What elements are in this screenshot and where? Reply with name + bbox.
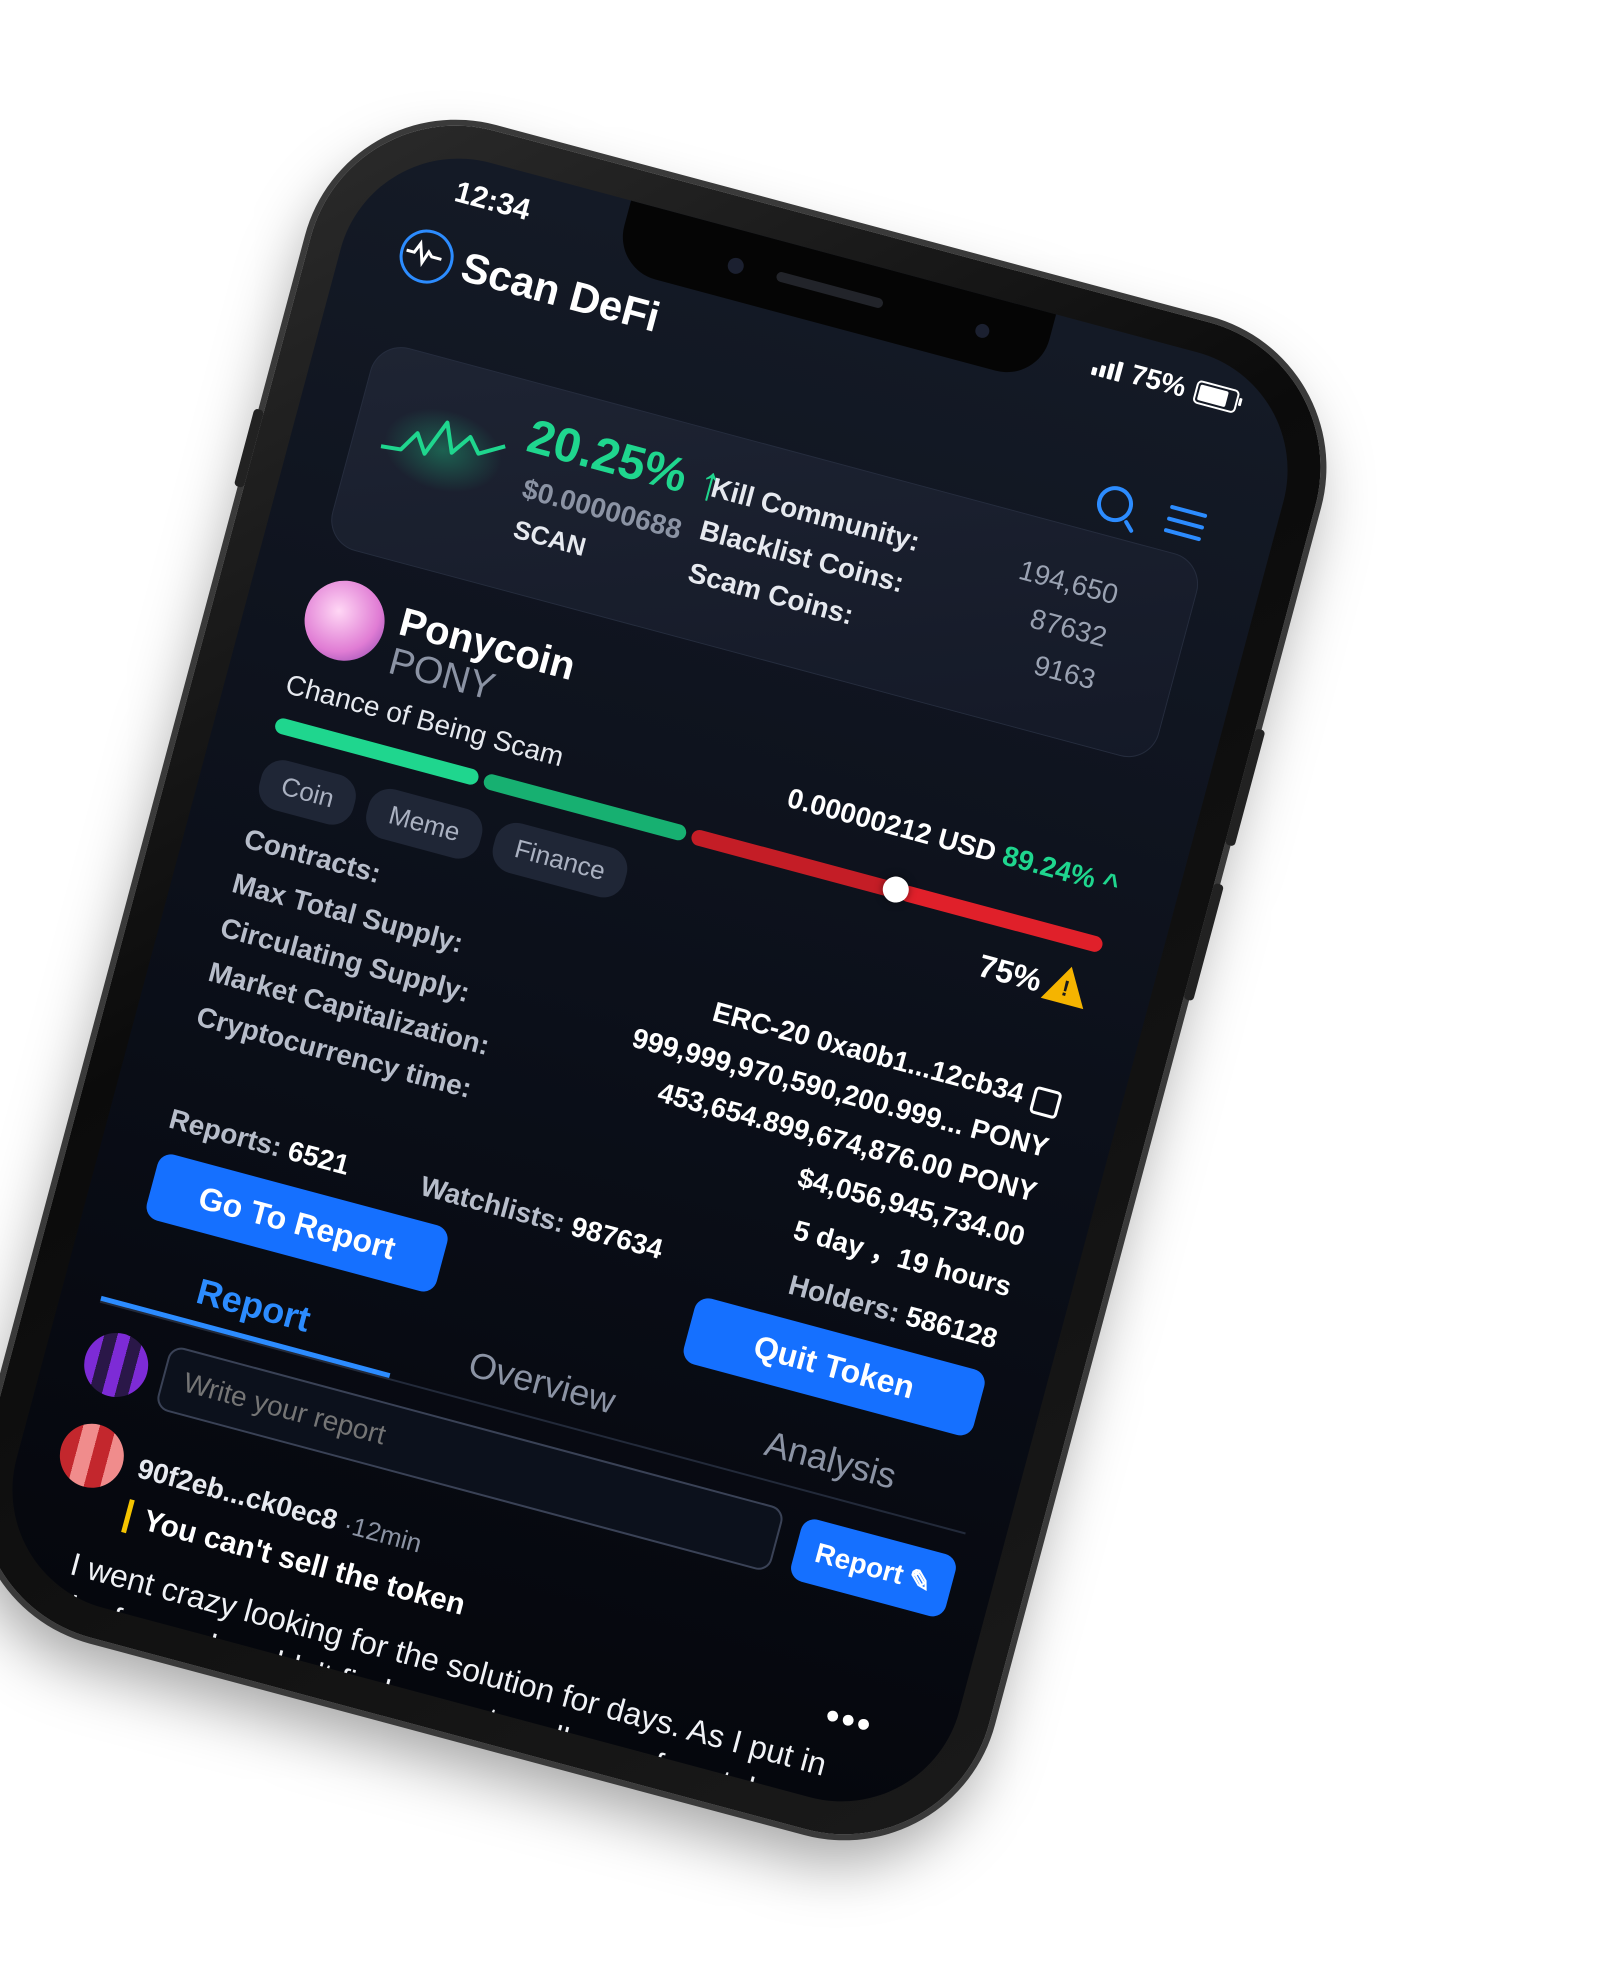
thumbs-up-icon: 👍︎: [263, 1782, 300, 1820]
show-contradict-link[interactable]: Show contradict: [3, 1784, 238, 1829]
more-options-icon[interactable]: •••: [820, 1693, 878, 1749]
watchlists-value: 987634: [567, 1210, 667, 1265]
post-time: ·12min: [340, 1508, 426, 1559]
post-author[interactable]: 90f2eb...ck0ec8·35min: [64, 1714, 355, 1821]
report-button[interactable]: Report ✎: [787, 1516, 960, 1620]
gavel-icon: ✎: [904, 1562, 936, 1599]
sparkline-icon: [380, 408, 506, 493]
scam-coins-value: 9163: [1030, 649, 1099, 696]
tag-chip[interactable]: Coin: [253, 755, 362, 830]
post-time: ·35min: [270, 1769, 356, 1820]
like-count: 184: [263, 1781, 317, 1824]
battery-percent: 75%: [1127, 358, 1190, 403]
avatar[interactable]: [52, 1416, 132, 1495]
tag-chip[interactable]: Finance: [487, 817, 633, 903]
app-screen: 12:34 75% Scan DeFi 20.25% ↑ $0.00000688…: [0, 131, 1315, 1829]
reports-value: 6521: [284, 1134, 353, 1181]
token-price-change: 89.24% ^: [999, 839, 1123, 901]
phone-mockup: 12:34 75% Scan DeFi 20.25% ↑ $0.00000688…: [0, 91, 1355, 1869]
warning-icon: [1040, 961, 1094, 1010]
gavel-icon: ✎: [21, 1717, 53, 1754]
risk-segment-mid-high: [689, 828, 897, 898]
community-stats: Kill Community: 194,650 Blacklist Coins:…: [682, 472, 1121, 708]
holders-value: 586128: [902, 1300, 1001, 1355]
report-button-label: Report: [811, 1536, 907, 1591]
token-price-value: 0.00000212 USD: [784, 782, 1000, 868]
camera-icon: [725, 256, 746, 276]
search-icon[interactable]: [1092, 482, 1138, 527]
token-price: 0.00000212 USD89.24% ^: [784, 782, 1123, 901]
tag-chip[interactable]: Meme: [361, 784, 488, 864]
scan-defi-logo-icon: [393, 223, 460, 290]
speaker-grille: [775, 270, 885, 310]
signal-icon: [1090, 353, 1125, 382]
avatar[interactable]: [76, 1325, 156, 1405]
copy-icon[interactable]: [1028, 1085, 1063, 1120]
blacklist-coins-value: 87632: [1026, 602, 1111, 653]
post-author-name: 90f2eb...ck0ec8: [64, 1713, 271, 1797]
status-time: 12:34: [451, 175, 534, 228]
risk-percent: 75%: [974, 947, 1046, 999]
ponycoin-logo-icon: [295, 571, 394, 670]
sensor-icon: [973, 322, 991, 340]
contradict-label: Contradict: [22, 1716, 154, 1780]
risk-segment-high: [897, 883, 1105, 954]
scan-symbol: SCAN: [510, 513, 590, 563]
avatar[interactable]: [0, 1677, 62, 1756]
menu-icon[interactable]: [1163, 504, 1208, 542]
battery-icon: [1191, 379, 1241, 414]
